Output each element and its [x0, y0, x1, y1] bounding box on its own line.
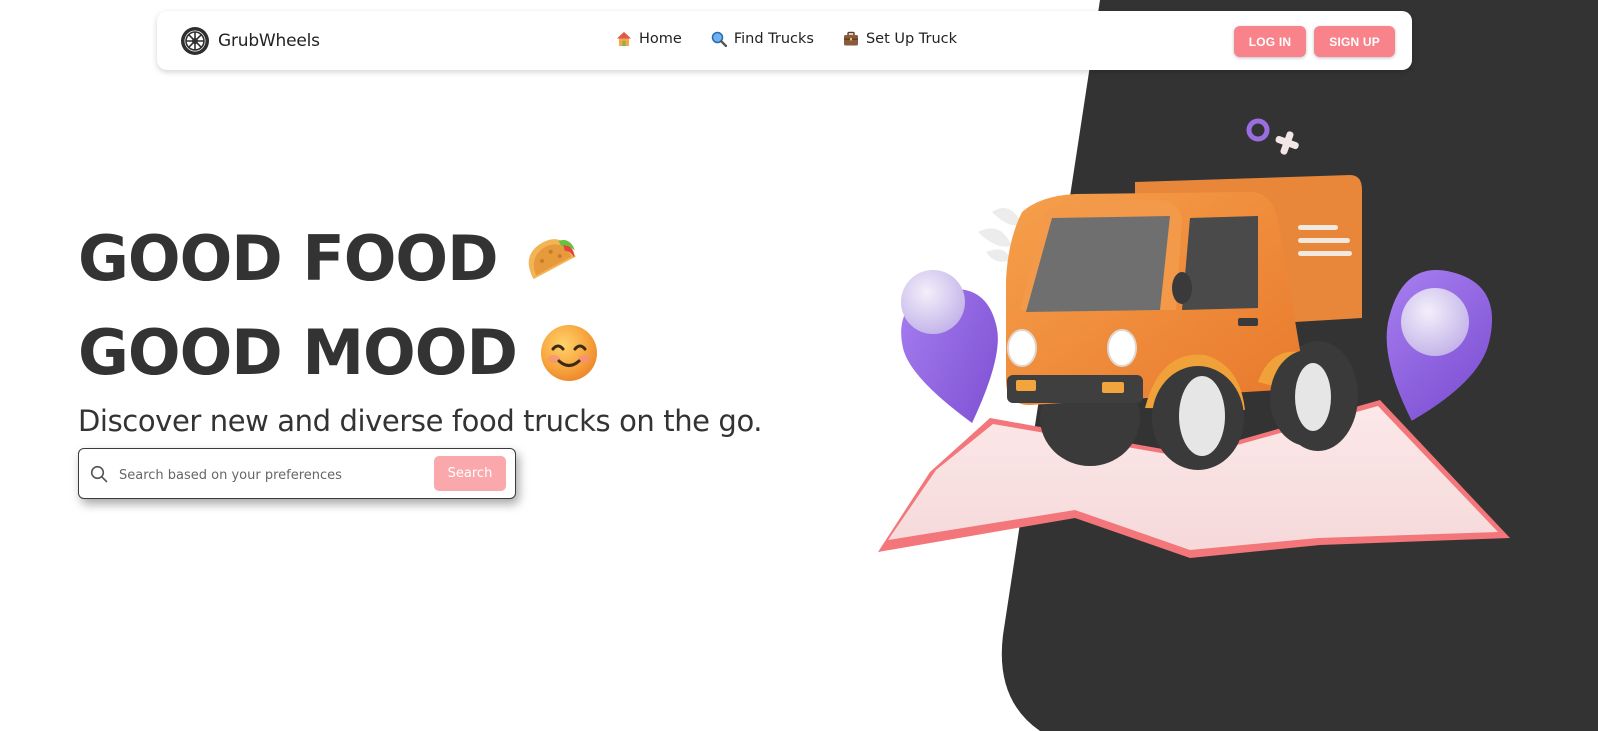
brand[interactable]: GrubWheels [180, 26, 320, 56]
nav-links: Home Find Trucks Set Up Truck [616, 31, 986, 47]
nav-link-home[interactable]: Home [616, 31, 682, 47]
nav-link-set-up-truck[interactable]: Set Up Truck [843, 31, 957, 47]
page: GrubWheels Home Find Trucks Set Up Truck… [0, 0, 1598, 731]
smiling-face-icon [540, 324, 597, 381]
search-icon [90, 465, 108, 483]
nav-link-label: Set Up Truck [865, 31, 958, 47]
decor-ring-icon [1246, 118, 1270, 142]
taco-icon [528, 238, 576, 279]
nav-link-find-trucks[interactable]: Find Trucks [711, 31, 814, 47]
search-bar: Search [78, 448, 516, 499]
hero-heading-line1: GOOD FOOD [78, 222, 580, 295]
search-button[interactable]: Search [434, 456, 506, 491]
decor-cross-icon [1275, 131, 1299, 155]
search-input[interactable] [117, 461, 421, 489]
briefcase-icon [843, 31, 858, 46]
house-icon [617, 32, 631, 46]
food-truck-map-illustration [878, 118, 1510, 558]
navbar: GrubWheels Home Find Trucks Set Up Truck… [157, 11, 1412, 70]
hero-heading-text: GOOD FOOD [78, 222, 499, 295]
hero-heading-line2: GOOD MOOD [78, 316, 599, 389]
login-button[interactable]: LOG IN [1233, 26, 1307, 57]
magnifier-icon [711, 31, 727, 47]
nav-link-label: Home [639, 31, 682, 47]
hero-heading-text: GOOD MOOD [78, 316, 518, 389]
brand-name: GrubWheels [218, 31, 320, 51]
food-truck-icon [1006, 175, 1362, 470]
auth-buttons: LOG IN SIGN UP [1226, 26, 1395, 57]
wheel-logo-icon [181, 27, 209, 55]
nav-link-label: Find Trucks [733, 31, 814, 47]
location-pin-left-icon [901, 270, 998, 423]
signup-button[interactable]: SIGN UP [1314, 26, 1395, 57]
hero-subtitle: Discover new and diverse food trucks on … [78, 404, 763, 438]
